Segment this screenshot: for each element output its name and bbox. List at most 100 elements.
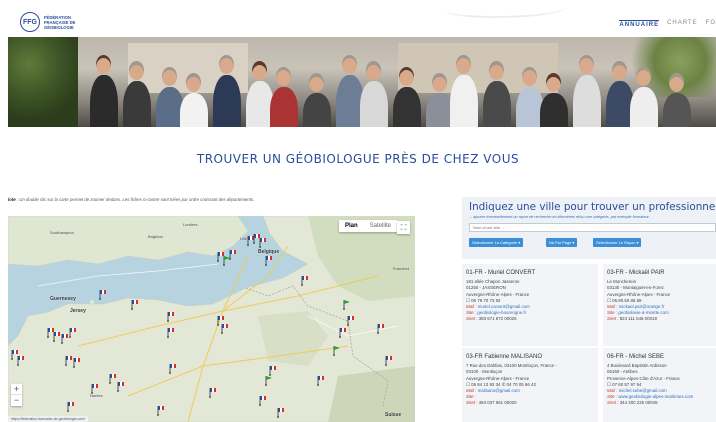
map-note: lote : Un double clic sur la carte perme… xyxy=(8,197,254,202)
mail-label: Mail : xyxy=(607,304,618,310)
siret-value: 344 200 225 00045 xyxy=(619,400,658,406)
map-place: Southampton xyxy=(50,230,74,235)
map-tab-plan[interactable]: Plan xyxy=(339,220,364,232)
map-place: Lille xyxy=(240,236,248,241)
person-figure xyxy=(663,93,691,127)
nav-forum[interactable]: Fo xyxy=(706,20,716,28)
main-nav: Annuaire Charte Fo xyxy=(619,20,716,28)
map-marker[interactable] xyxy=(217,252,224,262)
mail-link[interactable]: mickael.pair@orange.fr xyxy=(619,304,664,309)
map-marker[interactable] xyxy=(253,234,260,244)
site-label: Site : xyxy=(466,394,477,400)
city-search-input[interactable] xyxy=(469,223,716,232)
person-head xyxy=(546,73,561,92)
fullscreen-icon[interactable]: ⛶ xyxy=(397,221,410,234)
phone-number[interactable]: 06 78 70 73 82 xyxy=(471,298,500,303)
search-heading: Indiquez une ville pour trouver un profe… xyxy=(469,201,716,213)
mail-label: Mail : xyxy=(466,304,477,310)
map-tab-satellite[interactable]: Satellite xyxy=(364,220,397,232)
person-figure xyxy=(393,87,421,127)
professional-card[interactable]: 01-FR - Muriel CONVERT 181 allée Chapon J… xyxy=(462,264,598,346)
person-figure xyxy=(483,81,511,127)
person-head xyxy=(276,67,291,86)
logo-text: Fédération Française de Géobiologie xyxy=(44,15,75,30)
zoom-out-button[interactable]: − xyxy=(11,395,22,406)
map-zoom-control: + − xyxy=(11,384,22,406)
category-select[interactable]: Sélectionner La Catégorie xyxy=(469,238,524,247)
siret-label: Siret : xyxy=(607,316,619,322)
mail-link[interactable]: michel.sebe@gmail.com xyxy=(619,388,667,393)
nav-charte[interactable]: Charte xyxy=(667,20,698,28)
map-marker[interactable] xyxy=(247,236,254,246)
radius-select[interactable]: Sélectionner Le Rayon xyxy=(593,238,642,247)
site-label: Site : xyxy=(607,310,618,316)
logo-emblem: FFG xyxy=(20,12,40,32)
professional-name: 03-FR - Mickaël PAIR xyxy=(607,270,665,276)
professional-name: 03-FR Fabienne MALISANO xyxy=(466,354,543,360)
person-figure xyxy=(180,93,208,127)
note-prefix: lote xyxy=(8,197,16,202)
map[interactable]: Belgique Guernesey Jersey Suisse Southam… xyxy=(8,216,415,422)
mail-link[interactable]: malisano@gmail.com xyxy=(478,388,520,393)
map-marker[interactable] xyxy=(229,250,236,260)
professional-card[interactable]: 03-FR Fabienne MALISANO 7 Rue des Dahlias… xyxy=(462,348,598,422)
siret-label: Siret : xyxy=(466,316,478,322)
siret-line: Siret : 824 111 546 00019 xyxy=(607,316,712,322)
site-label: Site : xyxy=(466,310,477,316)
person-figure xyxy=(303,93,331,127)
map-marker[interactable] xyxy=(265,256,272,266)
person-head xyxy=(252,61,267,80)
person-head xyxy=(579,55,594,74)
map-marker[interactable] xyxy=(223,256,230,266)
site-link[interactable]: geobiolavie-a-mirette.com xyxy=(618,310,669,315)
zoom-in-button[interactable]: + xyxy=(11,384,22,395)
nav-annuaire[interactable]: Annuaire xyxy=(619,20,660,28)
note-text: : Un double clic sur la carte permet de … xyxy=(15,197,255,202)
mail-label: Mail : xyxy=(466,388,477,394)
professional-card[interactable]: 03-FR - Mickaël PAIR Le Moncherein 03130 -… xyxy=(603,264,716,346)
group-photo-banner xyxy=(8,37,716,127)
person-head xyxy=(432,73,447,92)
map-status-url: https://federation-francaise-de-geobiolo… xyxy=(8,416,89,422)
map-place: Nantes xyxy=(90,393,103,398)
person-head xyxy=(669,73,684,92)
per-page-select[interactable]: Nb Par Page xyxy=(546,238,578,247)
header-decoration xyxy=(446,0,566,18)
person-head xyxy=(309,73,324,92)
phone-number[interactable]: 06 84 13 92 34 xyxy=(471,382,500,387)
person-head xyxy=(96,55,111,74)
tree xyxy=(8,37,78,127)
logo-line: Française de xyxy=(44,19,76,25)
map-place: Francfort xyxy=(393,266,410,271)
person-head xyxy=(219,55,234,74)
logo-line: Géobiologie xyxy=(44,24,74,30)
site-header: FFG Fédération Française de Géobiologie … xyxy=(0,0,716,36)
map-place: Jersey xyxy=(70,308,86,314)
site-link[interactable]: geobiologie-bourengne.fr xyxy=(477,310,526,315)
person-head xyxy=(129,61,144,80)
phone-number[interactable]: 07 60 57 97 94 xyxy=(612,382,641,387)
phone-number[interactable]: 06.80.50.85.59 xyxy=(612,298,641,303)
logo-initials: FFG xyxy=(23,18,37,26)
page-title: TROUVER UN GÉOBIOLOGUE PRÈS DE CHEZ VOUS xyxy=(196,152,520,166)
person-figure xyxy=(213,75,241,127)
page: FFG Fédération Française de Géobiologie … xyxy=(0,0,716,422)
map-place: Belgique xyxy=(258,249,280,255)
site-logo[interactable]: FFG Fédération Française de Géobiologie xyxy=(20,12,75,32)
map-type-tabs: Plan Satellite xyxy=(339,220,398,232)
map-canvas xyxy=(8,216,415,422)
map-place: Suisse xyxy=(385,412,402,418)
siret-value: 824 111 546 00019 xyxy=(619,316,657,322)
map-marker[interactable] xyxy=(99,290,106,300)
phone-number[interactable]: 04 70 05 66 42 xyxy=(507,382,536,387)
person-head xyxy=(522,67,537,86)
map-marker[interactable] xyxy=(259,238,266,248)
mail-link[interactable]: muriel.convert@gmail.com xyxy=(478,304,530,309)
siret-label: Siret : xyxy=(466,400,478,406)
professional-card[interactable]: 06-FR - Michel SEBE 4 Boulevard Baptistin… xyxy=(603,348,716,422)
site-link[interactable]: www.geobiologie-alpes-maritimes.com xyxy=(618,394,693,399)
site-label: Site : xyxy=(607,394,618,400)
person-figure xyxy=(540,93,568,127)
person-head xyxy=(636,67,651,86)
person-figure xyxy=(123,81,151,127)
